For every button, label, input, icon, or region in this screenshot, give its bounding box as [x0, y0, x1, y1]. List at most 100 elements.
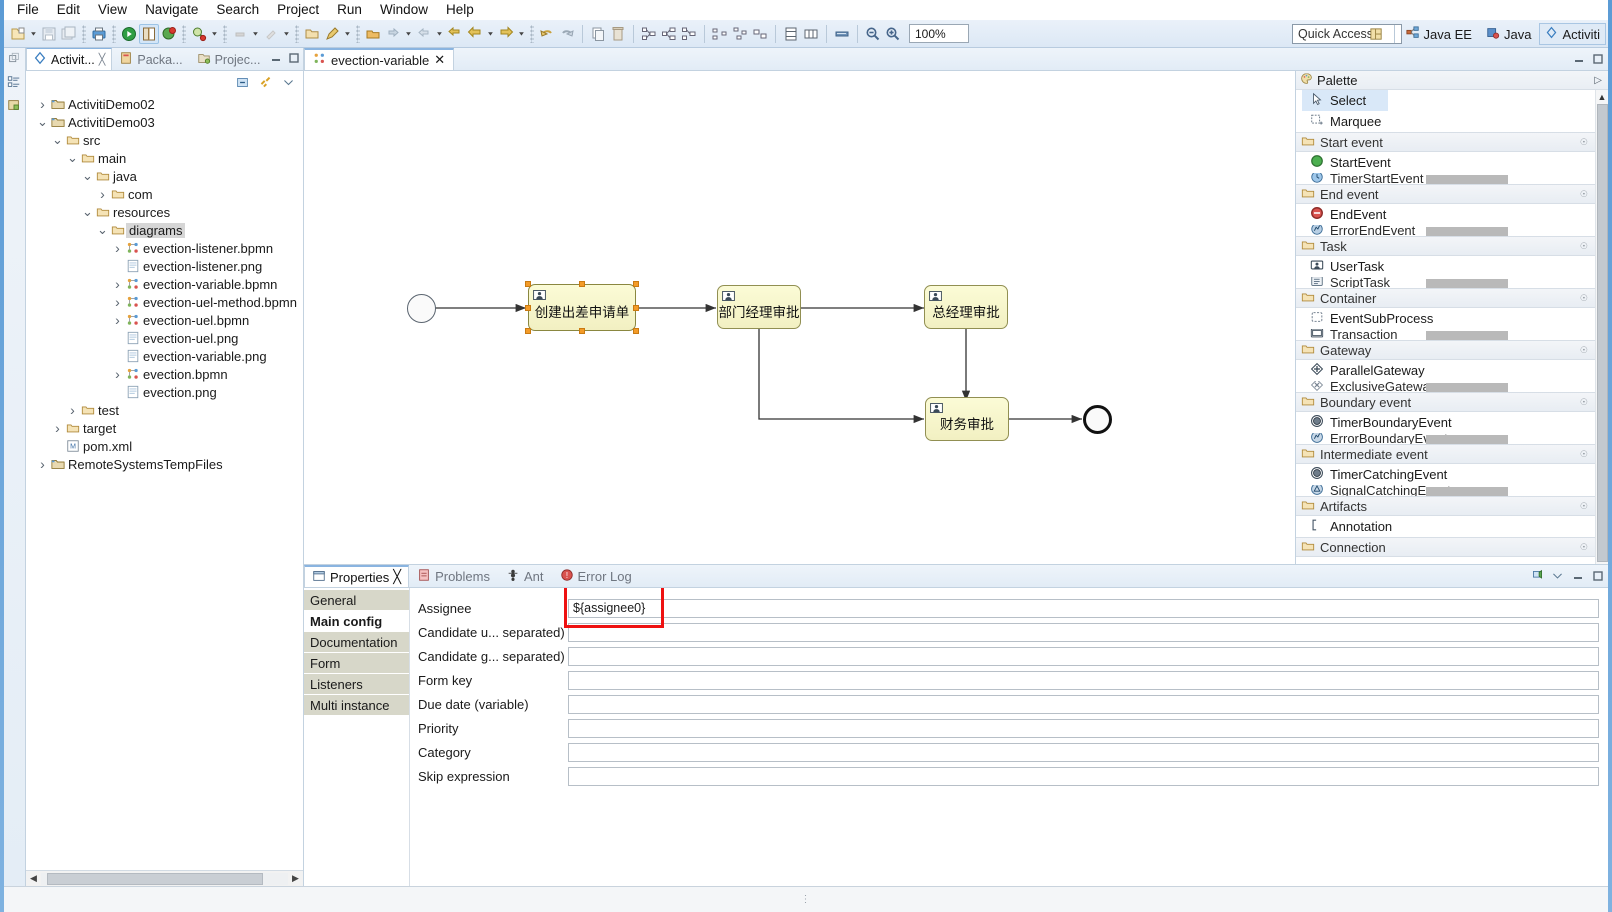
- tree-item-8[interactable]: evection-listener.bpmn: [26, 239, 303, 257]
- property-input-due-date-variable[interactable]: [568, 694, 1599, 714]
- tree-item-15[interactable]: evection.bpmn: [26, 365, 303, 383]
- search-dropdown-arrow[interactable]: [209, 24, 220, 44]
- resize-handle-w[interactable]: [525, 304, 531, 311]
- menu-item-project[interactable]: Project: [268, 0, 328, 20]
- palette-group-pin-icon[interactable]: ☉: [1580, 542, 1588, 553]
- forward-button[interactable]: [496, 24, 516, 44]
- zoom-level-combo[interactable]: 100%: [909, 24, 969, 43]
- task-shape-1[interactable]: 部门经理审批: [717, 285, 801, 329]
- debug-button[interactable]: [159, 24, 179, 44]
- property-input-form-key[interactable]: [568, 670, 1599, 690]
- chevron-down-icon[interactable]: [51, 136, 64, 144]
- save-button[interactable]: [39, 24, 59, 44]
- chevron-right-icon[interactable]: [51, 420, 64, 436]
- properties-side-tab-form[interactable]: Form: [304, 653, 409, 673]
- next-annotation-button[interactable]: [230, 24, 250, 44]
- next-annotation-arrow[interactable]: [250, 24, 261, 44]
- maximize-icon[interactable]: [1591, 569, 1604, 582]
- palette-item-annotation[interactable]: Annotation: [1296, 516, 1595, 537]
- palette-group-intermediate-event[interactable]: Intermediate event ☉: [1296, 444, 1595, 464]
- properties-side-tab-listeners[interactable]: Listeners: [304, 674, 409, 694]
- property-input-skip-expression[interactable]: [568, 766, 1599, 786]
- perspective-activiti[interactable]: Activiti: [1539, 23, 1606, 45]
- chevron-right-icon[interactable]: [111, 294, 124, 310]
- chevron-right-icon[interactable]: [66, 402, 79, 418]
- distribute-h-button[interactable]: [710, 24, 730, 44]
- menu-item-navigate[interactable]: Navigate: [136, 0, 207, 20]
- task-shape-2[interactable]: 总经理审批: [924, 285, 1008, 329]
- task-shape-0[interactable]: 创建出差申请单: [525, 281, 639, 334]
- perspective-java-ee[interactable]: Java EE: [1400, 23, 1478, 46]
- resize-handle-s[interactable]: [579, 328, 585, 334]
- search-button[interactable]: [189, 24, 209, 44]
- palette-group-pin-icon[interactable]: ☉: [1580, 241, 1588, 252]
- link-with-editor-icon[interactable]: [259, 76, 272, 89]
- palette-item-errorboundaryevent[interactable]: ErrorBoundaryEvent: [1296, 433, 1595, 444]
- chevron-right-icon[interactable]: [96, 186, 109, 202]
- explorer-tab-0[interactable]: Activit... ╳: [26, 48, 113, 70]
- close-icon[interactable]: ╳: [99, 53, 106, 66]
- palette-item-endevent[interactable]: EndEvent: [1296, 204, 1595, 225]
- tree-item-13[interactable]: evection-uel.png: [26, 329, 303, 347]
- chevron-right-icon[interactable]: [111, 366, 124, 382]
- menu-item-help[interactable]: Help: [437, 0, 483, 20]
- tree-item-12[interactable]: evection-uel.bpmn: [26, 311, 303, 329]
- palette-group-container[interactable]: Container ☉: [1296, 288, 1595, 308]
- chevron-down-icon[interactable]: [66, 154, 79, 162]
- property-input-candidate-g-separated[interactable]: [568, 646, 1599, 666]
- editor-tab-evection-variable[interactable]: evection-variable ✕: [304, 48, 455, 70]
- properties-side-tab-main-config[interactable]: Main config: [304, 611, 409, 631]
- maximize-icon[interactable]: [1591, 52, 1604, 65]
- tree-item-18[interactable]: target: [26, 419, 303, 437]
- properties-side-tab-documentation[interactable]: Documentation: [304, 632, 409, 652]
- palette-group-end-event[interactable]: End event ☉: [1296, 184, 1595, 204]
- servers-view-icon[interactable]: [7, 98, 23, 114]
- print-button[interactable]: [89, 24, 109, 44]
- explorer-tab-1[interactable]: Packa...: [112, 48, 189, 70]
- property-input-category[interactable]: [568, 742, 1599, 762]
- copy-button[interactable]: [588, 24, 608, 44]
- palette-group-connection[interactable]: Connection ☉: [1296, 537, 1595, 557]
- run-button[interactable]: [119, 24, 139, 44]
- back-nav-button[interactable]: [414, 24, 434, 44]
- project-tree[interactable]: ActivitiDemo02 ActivitiDemo03 src main java c…: [26, 93, 303, 870]
- close-icon[interactable]: ╳: [393, 569, 401, 585]
- palette-item-startevent[interactable]: StartEvent: [1296, 152, 1595, 173]
- tree-item-7[interactable]: diagrams: [26, 221, 303, 239]
- open-perspective-button[interactable]: [1364, 24, 1389, 45]
- palette-group-artifacts[interactable]: Artifacts ☉: [1296, 496, 1595, 516]
- chevron-right-icon[interactable]: [36, 456, 49, 472]
- menu-item-view[interactable]: View: [89, 0, 136, 20]
- open-task-button[interactable]: [139, 23, 159, 44]
- palette-item-parallelgateway[interactable]: ParallelGateway: [1296, 360, 1595, 381]
- open-type-button[interactable]: [302, 24, 322, 44]
- new-wizard-button[interactable]: [322, 24, 342, 44]
- undo-button[interactable]: [537, 24, 557, 44]
- diagram-canvas[interactable]: 创建出差申请单 部门经理审批 总经理审批 财务审批: [304, 71, 1296, 564]
- resize-handle-ne[interactable]: [633, 281, 639, 287]
- palette-item-signalcatchingevent[interactable]: SignalCatchingEvent: [1296, 485, 1595, 496]
- view-menu-icon[interactable]: [1551, 569, 1564, 582]
- zoom-out-button[interactable]: [863, 24, 883, 44]
- back-button[interactable]: [465, 24, 485, 44]
- new-wizard-arrow[interactable]: [342, 24, 353, 44]
- menu-item-run[interactable]: Run: [328, 0, 371, 20]
- properties-tab-error-log[interactable]: ! Error Log: [552, 565, 640, 587]
- collapse-all-icon[interactable]: [236, 76, 249, 89]
- chevron-down-icon[interactable]: [36, 118, 49, 126]
- palette-group-start-event[interactable]: Start event ☉: [1296, 132, 1595, 152]
- restore-view-icon[interactable]: [7, 52, 23, 68]
- match-height-button[interactable]: [781, 24, 801, 44]
- menu-item-window[interactable]: Window: [371, 0, 437, 20]
- scroll-left-arrow[interactable]: ◀: [26, 872, 41, 886]
- palette-group-pin-icon[interactable]: ☉: [1580, 397, 1588, 408]
- palette-item-marquee[interactable]: Marquee: [1296, 111, 1595, 132]
- resize-handle-e[interactable]: [633, 304, 639, 311]
- end-event-shape[interactable]: [1083, 405, 1112, 434]
- properties-tab-problems[interactable]: Problems: [409, 565, 498, 587]
- chevron-right-icon[interactable]: [36, 96, 49, 112]
- match-size-button[interactable]: [750, 24, 770, 44]
- tree-item-14[interactable]: evection-variable.png: [26, 347, 303, 365]
- tree-item-5[interactable]: com: [26, 185, 303, 203]
- align-center-button[interactable]: [659, 24, 679, 44]
